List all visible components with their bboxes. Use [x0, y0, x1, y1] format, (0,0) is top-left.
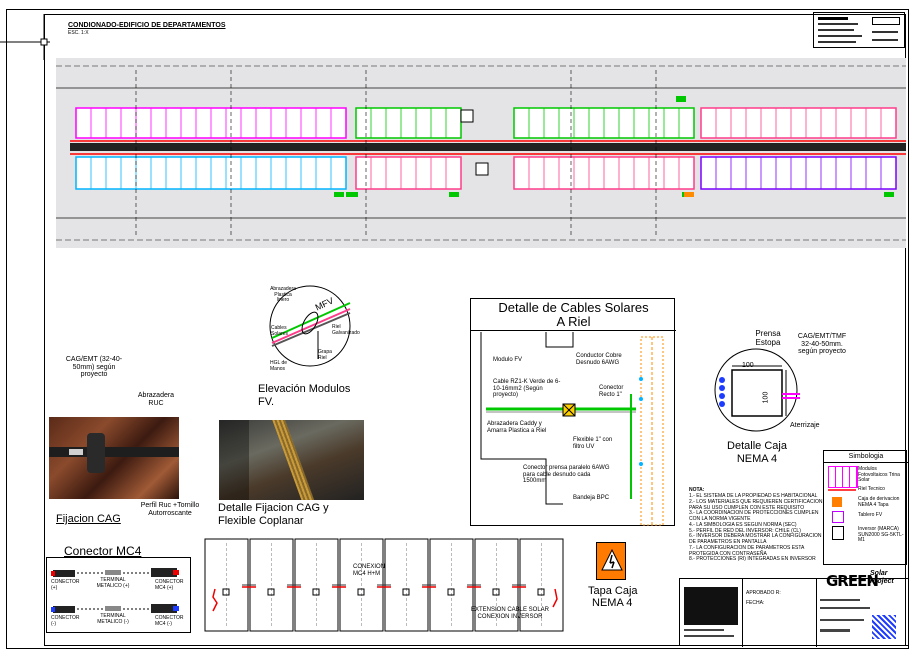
legend-label-3: Tablero FV [858, 512, 883, 518]
elevation-title: Elevación Modulos FV. [258, 383, 351, 408]
strip-extension-label: EXTENSION CABLE SOLAR CONEXION INVERSOR [470, 607, 550, 620]
module-row-top-3 [700, 107, 897, 139]
mc4-label-4: TERMINAL METALICO (-) [97, 613, 129, 625]
fijacion-flex-photo [219, 420, 364, 500]
cables-label-rz1: Cable RZ1-K Verde de 6-10-16mm2 (Según p… [493, 379, 561, 399]
caja-title-2: NEMA 4 [736, 453, 778, 465]
fij-cag-note: CAG/EMT (32-40-50mm) según proyecto [65, 356, 123, 379]
caja-label-aterrizaje: Aterrizaje [790, 422, 820, 429]
cables-label-conductor: Conductor Cobre Desnudo 6AWG [576, 353, 622, 366]
cables-label-modulo: Modulo FV [493, 357, 523, 363]
roof-plan [56, 58, 906, 248]
cables-label-bandeja: Bandeja BPC [573, 495, 610, 501]
cables-label-abrazadera: Abrazadera Caddy y Amarra Plastica a Rie… [487, 421, 547, 434]
caja-dim-width: 100 [742, 362, 754, 369]
warning-icon [601, 548, 623, 571]
roof-equipment-1 [460, 109, 474, 123]
roof-orange-marker [684, 192, 694, 197]
mc4-title: Conector MC4 [64, 544, 142, 558]
roof-equipment-2 [475, 162, 489, 176]
title-block-top [813, 12, 905, 48]
cables-detail-svg [480, 332, 664, 526]
module-row-bottom-3 [700, 156, 897, 190]
mc4-box: CONECTOR (+) TERMINAL METALICO (+) CONEC… [46, 557, 191, 633]
title-block-bottom: APROBADO R: FECHA: [679, 578, 909, 647]
mc4-label-3: CONECTOR (-) [51, 615, 80, 627]
tapa-caja-title-1: Tapa Caja [588, 585, 638, 597]
legend-swatch-4 [832, 526, 844, 540]
inverter-marker [334, 192, 344, 197]
fij-abrazadera-label: Abrazadera RUC [137, 392, 175, 407]
legend-swatch-2 [832, 497, 842, 507]
mc4-label-0: CONECTOR (+) [51, 579, 80, 591]
roof-green-marker-2 [346, 192, 358, 197]
tb-row-1: FECHA: [746, 600, 765, 606]
module-row-bottom-1 [355, 156, 462, 190]
roof-green-marker [676, 96, 686, 102]
legend-swatch-3 [832, 511, 844, 523]
sheet-scale: ESC. 1:X [68, 30, 89, 36]
elev-label-abrazadera: Abrazadera Plastica linero [270, 286, 296, 303]
caja-title-1: Detalle Caja [727, 440, 787, 452]
mc4-label-1: TERMINAL METALICO (+) [96, 577, 130, 589]
legend-label-2: Caja de derivacion NEMA 4 Tapa [858, 496, 900, 508]
legend-label-0: Modulos Fotovoltaicos Trina Solar [858, 466, 900, 483]
cables-label-conector-recto: Conector Recto 1" [599, 385, 624, 398]
fijacion-flex-title-1: Detalle Fijacion CAG y [218, 502, 329, 514]
sheet-title: CONDIONADO-EDIFICIO DE DEPARTAMENTOS [68, 22, 226, 29]
inverter-marker [449, 192, 459, 197]
notes-block: NOTA: 1.- EL SISTEMA DE LA PROPIEDAD ES … [689, 488, 824, 563]
mc4-label-5: CONECTOR MC4 (-) [155, 615, 184, 627]
caja-dim-height: 100 [762, 391, 770, 404]
cables-detail-box: Detalle de Cables Solares A Riel Modulo … [470, 298, 676, 526]
note-line-7: 8.- PROTECCIONES (RI) INTEGRADAS EN INVE… [689, 556, 816, 563]
fij-perfil-label: Perfil Ruc +Tornillo Autorroscante [140, 502, 200, 517]
elev-label-riel: Riel Galvanizado [332, 324, 360, 336]
mc4-label-2: CONECTOR MC4 (+) [155, 579, 184, 591]
elev-label-hgl: HGL de Manos [270, 360, 288, 372]
fijacion-cag-photo [49, 417, 179, 499]
legend-swatch-0 [828, 466, 858, 488]
fijacion-flex-title-2: Flexible Coplanar [218, 515, 304, 527]
cables-label-flexible: Flexible 1" con filtro UV [573, 437, 613, 450]
roof-plan-svg [56, 65, 906, 241]
cables-label-conector-prensa: Conector prensa paralelo 6AWG para cable… [523, 465, 610, 485]
fijacion-cag-title: Fijacion CAG [56, 513, 121, 525]
elev-label-cables: Cables Solares [271, 325, 288, 337]
elev-label-grapa: Grapa Riel [318, 349, 332, 361]
legend-swatch-1 [828, 489, 856, 491]
tapa-caja-box [596, 542, 626, 580]
legend-label-1: Riel Tecnico [858, 486, 885, 492]
legend-box: Simbologia Modulos Fotovoltaicos Trina S… [823, 450, 908, 565]
strip-union-label: CONEXION MC4 H+M [353, 564, 386, 577]
legend-label-4: Inversor (MARCA) SUN2000 SG-5KTL-M1 [858, 526, 904, 543]
module-row-top-1 [355, 107, 462, 139]
tb-row-0: APROBADO R: [746, 590, 781, 596]
legend-title: Simbologia [848, 453, 884, 460]
roof-ridge [70, 143, 906, 151]
inverter-marker [884, 192, 894, 197]
caja-label-prensa: Prensa Estopa [755, 329, 781, 347]
modules-strip: CONEXION MC4 H+M EXTENSION CABLE SOLAR C… [204, 538, 567, 633]
tapa-caja-title-2: NEMA 4 [592, 597, 633, 609]
corner-marker [0, 14, 50, 60]
